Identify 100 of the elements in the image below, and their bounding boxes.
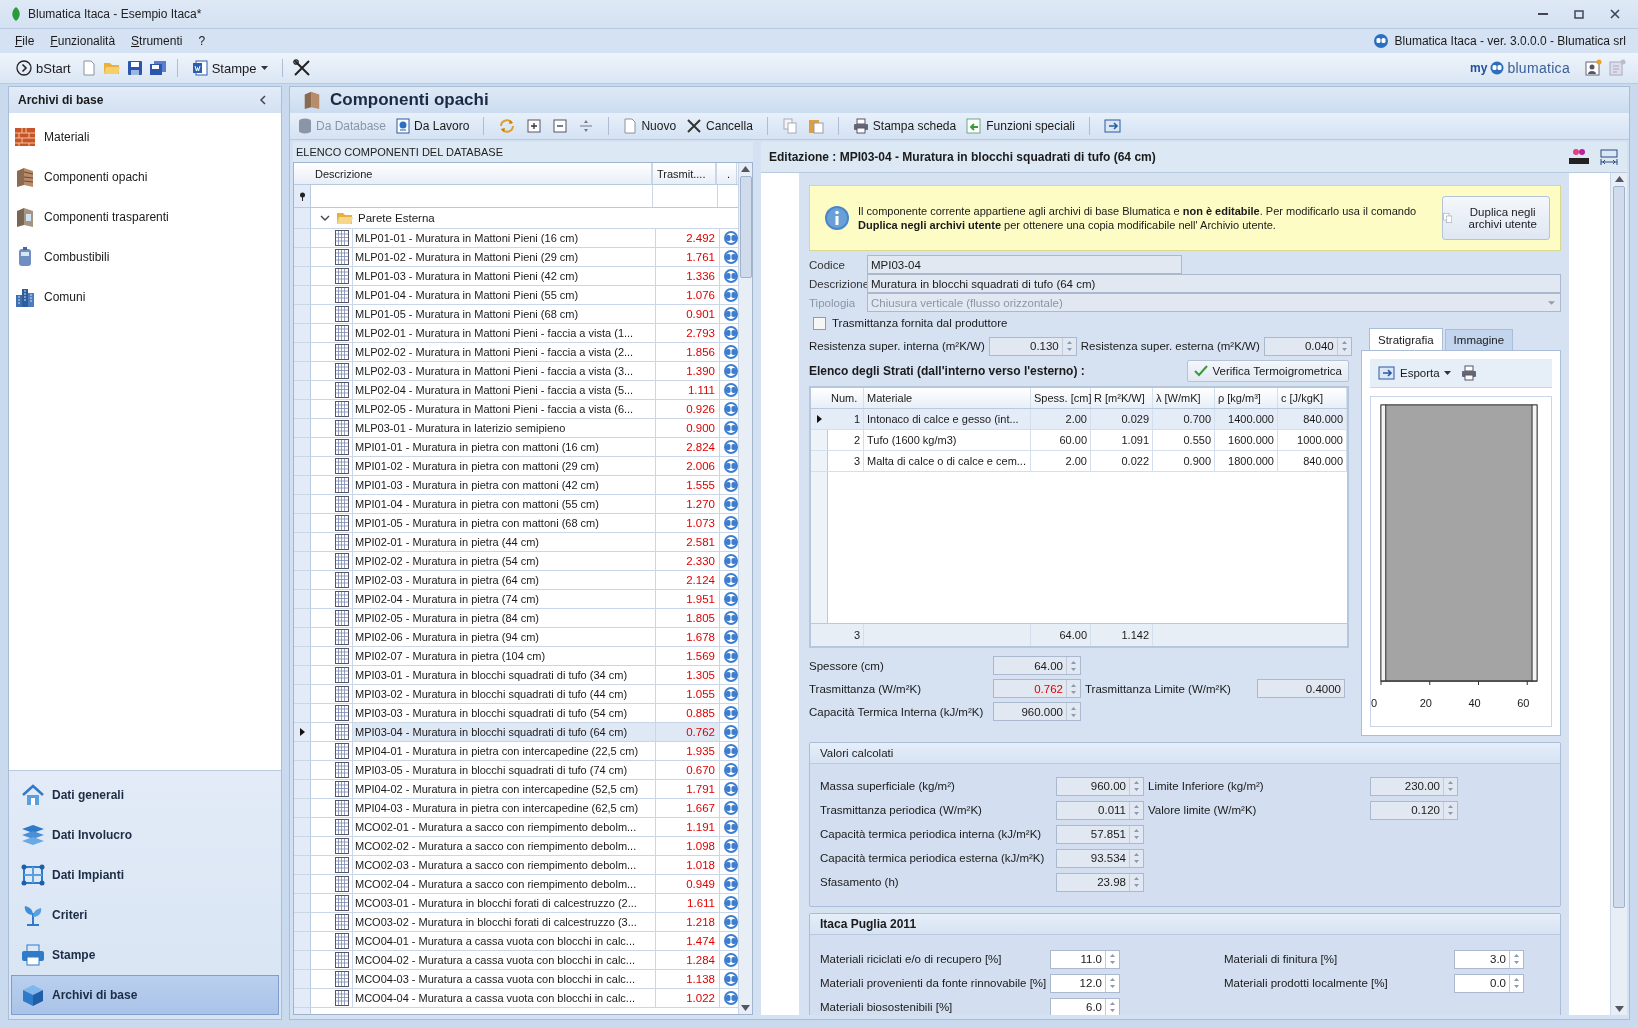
table-row[interactable]: 3 Malta di calce o di calce e cem... 2.00 0.022 0.900 1800.000 840.000 xyxy=(811,451,1347,472)
list-row[interactable]: MCO02-02 - Muratura a sacco con riempimento debolm... 1.098 xyxy=(294,837,738,856)
list-row[interactable]: MPI04-02 - Muratura in pietra con intercapedine (52,5 cm) 1.791 xyxy=(294,780,738,799)
menu-item[interactable]: Strumenti xyxy=(131,34,183,48)
list-row[interactable]: MPI01-02 - Muratura in pietra con mattoni (29 cm) 2.006 xyxy=(294,457,738,476)
list-row[interactable]: MLP02-04 - Muratura in Mattoni Pieni - faccia a vista (5... 1.111 xyxy=(294,381,738,400)
nav-item[interactable]: Dati generali xyxy=(11,775,279,815)
column-header[interactable]: Materiale xyxy=(864,388,1031,408)
number-field[interactable]: 0.762 xyxy=(993,679,1081,698)
list-row[interactable]: MPI02-04 - Muratura in pietra (74 cm) 1.951 xyxy=(294,590,738,609)
new-button[interactable]: Nuovo xyxy=(623,118,677,134)
table-row[interactable]: 1 Intonaco di calce e gesso (int... 2.00 0.029 0.700 1400.000 840.000 xyxy=(811,409,1347,430)
list-row[interactable]: MPI02-02 - Muratura in pietra (54 cm) 2.330 xyxy=(294,552,738,571)
delete-button[interactable]: Cancella xyxy=(686,118,753,134)
menu-item[interactable]: Funzionalità xyxy=(50,34,116,48)
list-row[interactable]: MLP02-03 - Muratura in Mattoni Pieni - faccia a vista (3... 1.390 xyxy=(294,362,738,381)
number-field[interactable]: 0.130 xyxy=(988,336,1077,356)
column-header[interactable]: R [m²K/W] xyxy=(1091,388,1153,408)
list-row[interactable]: MLP03-01 - Muratura in laterizio semipieno 0.900 xyxy=(294,419,738,438)
code-field[interactable]: MPI03-04 xyxy=(867,255,1182,274)
sidebar-item[interactable]: Combustibili xyxy=(9,237,281,277)
nav-item[interactable]: Archivi di base xyxy=(11,975,279,1015)
work-button[interactable]: Da Lavoro xyxy=(396,118,470,134)
list-row[interactable]: MCO03-01 - Muratura in blocchi forati di calcestruzzo (2... 1.611 xyxy=(294,894,738,913)
sidebar-item[interactable]: Materiali xyxy=(9,117,281,157)
number-field[interactable]: 0.0 xyxy=(1454,973,1524,993)
group-label[interactable]: Parete Esterna xyxy=(358,212,435,224)
list-row[interactable]: MPI03-05 - Muratura in blocchi squadrati di tufo (74 cm) 0.670 xyxy=(294,761,738,780)
list-row[interactable]: MLP01-01 - Muratura in Mattoni Pieni (16 cm) 2.492 xyxy=(294,229,738,248)
list-row[interactable]: MPI03-04 - Muratura in blocchi squadrati di tufo (64 cm) 0.762 xyxy=(294,723,738,742)
sidebar-item[interactable]: Componenti trasparenti xyxy=(9,197,281,237)
list-row[interactable]: MCO04-01 - Muratura a cassa vuota con blocchi in calc... 1.474 xyxy=(294,932,738,951)
column-header[interactable]: λ [W/mK] xyxy=(1153,388,1215,408)
number-field[interactable]: 64.00 xyxy=(993,656,1081,675)
tab[interactable]: Immagine xyxy=(1444,329,1514,350)
verify-button[interactable]: Verifica Termoigrometrica xyxy=(1187,360,1349,382)
number-field[interactable]: 23.98 xyxy=(1056,872,1144,892)
nav-item[interactable]: Dati Impianti xyxy=(11,855,279,895)
number-field[interactable]: 230.00 xyxy=(1370,776,1458,796)
column-header[interactable]: Num. xyxy=(828,388,864,408)
start-button[interactable]: bStart xyxy=(12,58,75,78)
list-row[interactable]: MPI02-05 - Muratura in pietra (84 cm) 1.805 xyxy=(294,609,738,628)
list-row[interactable]: MLP01-03 - Muratura in Mattoni Pieni (42 cm) 1.336 xyxy=(294,267,738,286)
nav-item[interactable]: Stampe xyxy=(11,935,279,975)
list-row[interactable]: MLP02-01 - Muratura in Mattoni Pieni - faccia a vista (1... 2.793 xyxy=(294,324,738,343)
list-row[interactable]: MPI01-04 - Muratura in pietra con mattoni (55 cm) 1.270 xyxy=(294,495,738,514)
list-row[interactable]: MLP01-02 - Muratura in Mattoni Pieni (29 cm) 1.761 xyxy=(294,248,738,267)
export-button[interactable]: Esporta xyxy=(1378,366,1451,380)
table-row[interactable]: 2 Tufo (1600 kg/m3) 60.00 1.091 0.550 1600.000 1000.000 xyxy=(811,430,1347,451)
number-field[interactable]: 960.00 xyxy=(1056,776,1144,796)
column-header[interactable]: . xyxy=(716,163,737,184)
number-field[interactable]: 11.0 xyxy=(1050,949,1120,969)
list-row[interactable]: MCO04-04 - Muratura a cassa vuota con blocchi in calc... 1.022 xyxy=(294,989,738,1008)
duplicate-button[interactable]: Duplica negli archivi utente xyxy=(1442,196,1550,240)
list-row[interactable]: MPI02-01 - Muratura in pietra (44 cm) 2.581 xyxy=(294,533,738,552)
number-field[interactable]: 0.011 xyxy=(1056,800,1144,820)
column-header[interactable]: ρ [kg/m³] xyxy=(1215,388,1278,408)
list-row[interactable]: MCO04-03 - Muratura a cassa vuota con blocchi in calc... 1.138 xyxy=(294,970,738,989)
column-header[interactable]: Spess. [cm] xyxy=(1031,388,1091,408)
column-header[interactable]: Descrizione xyxy=(311,163,652,184)
list-row[interactable]: MCO02-01 - Muratura a sacco con riempimento debolm... 1.191 xyxy=(294,818,738,837)
list-row[interactable]: MLP01-05 - Muratura in Mattoni Pieni (68 cm) 0.901 xyxy=(294,305,738,324)
list-row[interactable]: MCO03-02 - Muratura in blocchi forati di calcestruzzo (3... 1.218 xyxy=(294,913,738,932)
number-field[interactable]: 0.120 xyxy=(1370,800,1458,820)
nav-item[interactable]: Dati Involucro xyxy=(11,815,279,855)
list-row[interactable]: MPI01-05 - Muratura in pietra con mattoni (68 cm) 1.073 xyxy=(294,514,738,533)
number-field[interactable]: 3.0 xyxy=(1454,949,1524,969)
list-row[interactable]: MCO04-02 - Muratura a cassa vuota con blocchi in calc... 1.284 xyxy=(294,951,738,970)
number-field[interactable]: 960.000 xyxy=(993,702,1081,721)
print-button[interactable]: Stampe xyxy=(187,58,272,78)
column-header[interactable]: Trasmit.... xyxy=(652,163,716,184)
list-row[interactable]: MPI03-02 - Muratura in blocchi squadrati di tufo (44 cm) 1.055 xyxy=(294,685,738,704)
list-row[interactable]: MPI04-03 - Muratura in pietra con intercapedine (62,5 cm) 1.667 xyxy=(294,799,738,818)
brand-logo[interactable]: my blumatica xyxy=(1470,60,1570,76)
tab[interactable]: Stratigrafia xyxy=(1369,328,1443,350)
list-row[interactable]: MLP02-05 - Muratura in Mattoni Pieni - faccia a vista (6... 0.926 xyxy=(294,400,738,419)
list-row[interactable]: MPI01-01 - Muratura in pietra con mattoni (16 cm) 2.824 xyxy=(294,438,738,457)
list-row[interactable]: MPI03-01 - Muratura in blocchi squadrati di tufo (34 cm) 1.305 xyxy=(294,666,738,685)
list-row[interactable]: MCO02-04 - Muratura a sacco con riempimento debolm... 0.949 xyxy=(294,875,738,894)
menu-item[interactable]: ? xyxy=(198,34,206,48)
number-field[interactable]: 0.040 xyxy=(1263,336,1352,356)
nav-item[interactable]: Criteri xyxy=(11,895,279,935)
list-row[interactable]: MPI04-01 - Muratura in pietra con intercapedine (22,5 cm) 1.935 xyxy=(294,742,738,761)
number-field[interactable]: 57.851 xyxy=(1056,824,1144,844)
list-row[interactable]: MCO02-03 - Muratura a sacco con riempimento debolm... 1.018 xyxy=(294,856,738,875)
number-field[interactable]: 6.0 xyxy=(1050,997,1120,1015)
list-row[interactable]: MLP01-04 - Muratura in Mattoni Pieni (55 cm) 1.076 xyxy=(294,286,738,305)
print-sheet-button[interactable]: Stampa scheda xyxy=(852,118,957,134)
list-row[interactable]: MPI02-07 - Muratura in pietra (104 cm) 1.569 xyxy=(294,647,738,666)
limit-field[interactable]: 0.4000 xyxy=(1257,679,1345,698)
column-header[interactable]: c [J/kgK] xyxy=(1278,388,1347,408)
special-functions-button[interactable]: Funzioni speciali xyxy=(966,118,1075,134)
list-row[interactable]: MPI02-06 - Muratura in pietra (94 cm) 1.678 xyxy=(294,628,738,647)
list-row[interactable]: MPI01-03 - Muratura in pietra con mattoni (42 cm) 1.555 xyxy=(294,476,738,495)
list-row[interactable]: MPI02-03 - Muratura in pietra (64 cm) 2.124 xyxy=(294,571,738,590)
number-field[interactable]: 93.534 xyxy=(1056,848,1144,868)
sidebar-item[interactable]: Componenti opachi xyxy=(9,157,281,197)
description-field[interactable]: Muratura in blocchi squadrati di tufo (64 cm) xyxy=(867,274,1561,293)
menu-item[interactable]: File xyxy=(15,34,35,48)
sidebar-item[interactable]: Comuni xyxy=(9,277,281,317)
